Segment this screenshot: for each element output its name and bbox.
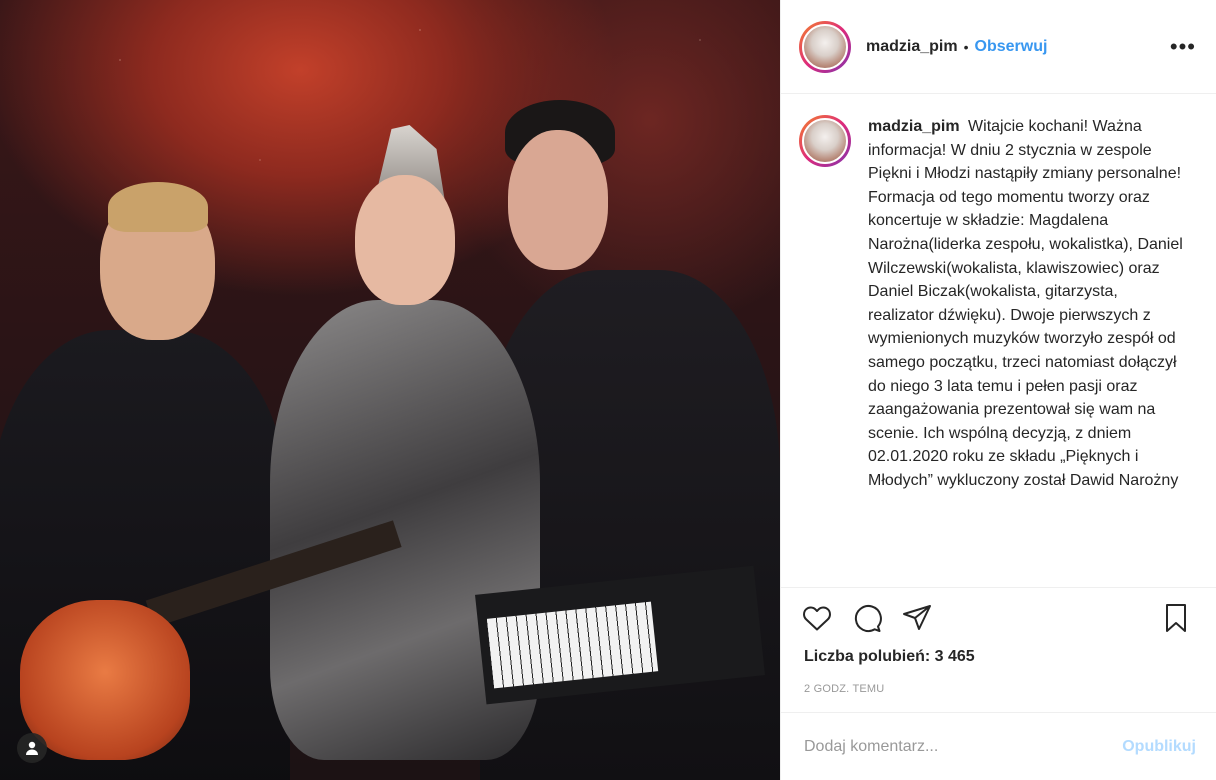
comment-icon bbox=[854, 604, 882, 632]
bookmark-icon bbox=[1166, 603, 1186, 632]
avatar[interactable] bbox=[799, 20, 851, 73]
post-header: madzia_pim • Obserwuj ••• bbox=[781, 0, 1216, 94]
caption-username[interactable]: madzia_pim bbox=[868, 118, 960, 135]
tagged-users-button[interactable] bbox=[17, 733, 47, 763]
like-button[interactable] bbox=[801, 600, 837, 636]
caption-avatar[interactable] bbox=[799, 115, 851, 167]
comment-form: Opublikuj bbox=[781, 712, 1216, 780]
post-photo[interactable] bbox=[0, 0, 780, 780]
more-options-icon[interactable]: ••• bbox=[1170, 35, 1196, 58]
share-button[interactable] bbox=[901, 600, 937, 636]
photo-person-left-hair bbox=[108, 182, 208, 232]
post-panel: madzia_pim • Obserwuj ••• madzia_pim Wit… bbox=[780, 0, 1216, 780]
caption-text: Witajcie kochani! Ważna informacja! W dn… bbox=[868, 118, 1183, 489]
photo-guitar bbox=[20, 600, 190, 760]
follow-button[interactable]: Obserwuj bbox=[975, 38, 1048, 56]
save-button[interactable] bbox=[1160, 600, 1196, 636]
avatar-image bbox=[802, 23, 848, 70]
comment-input[interactable] bbox=[804, 737, 1123, 756]
photo-person-right-head bbox=[508, 130, 608, 270]
post-caption: madzia_pim Witajcie kochani! Ważna infor… bbox=[868, 115, 1188, 587]
username-link[interactable]: madzia_pim bbox=[866, 38, 958, 56]
comments-section[interactable]: madzia_pim Witajcie kochani! Ważna infor… bbox=[781, 95, 1216, 587]
publish-button[interactable]: Opublikuj bbox=[1122, 738, 1196, 756]
post-timestamp[interactable]: 2 GODZ. TEMU bbox=[804, 683, 884, 695]
likes-count[interactable]: Liczba polubień: 3 465 bbox=[804, 648, 975, 666]
action-bar bbox=[781, 587, 1216, 647]
heart-icon bbox=[803, 605, 831, 630]
photo-person-middle-head bbox=[355, 175, 455, 305]
comment-button[interactable] bbox=[851, 600, 887, 636]
separator-dot: • bbox=[963, 38, 969, 55]
caption-avatar-image bbox=[802, 118, 848, 164]
user-icon bbox=[26, 741, 38, 755]
share-icon bbox=[903, 604, 931, 630]
